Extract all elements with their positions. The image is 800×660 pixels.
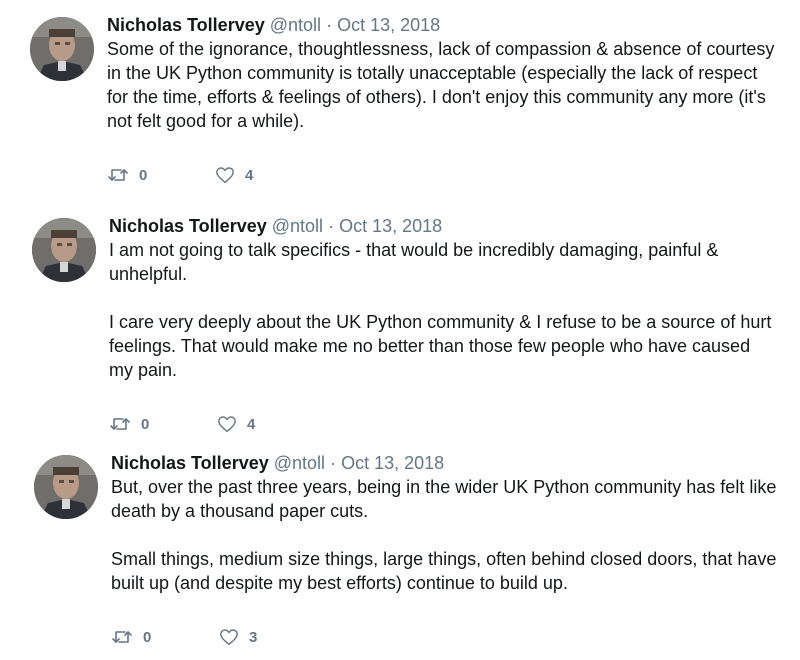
retweet-icon (107, 166, 129, 184)
heart-icon (219, 628, 239, 646)
tweet-header: Nicholas Tollervey @ntoll · Oct 13, 2018 (111, 451, 781, 475)
avatar[interactable] (34, 455, 98, 519)
tweet-header: Nicholas Tollervey @ntoll · Oct 13, 2018 (109, 214, 779, 238)
retweet-icon (111, 628, 133, 646)
like-button[interactable]: 4 (217, 415, 255, 433)
tweet-paragraph: I am not going to talk specifics - that … (109, 240, 719, 284)
tweet-date[interactable]: Oct 13, 2018 (337, 15, 440, 35)
like-count: 3 (249, 628, 258, 646)
author-handle[interactable]: @ntoll (272, 216, 323, 236)
like-count: 4 (245, 166, 254, 184)
author-handle[interactable]: @ntoll (270, 15, 321, 35)
tweet-paragraph: Small things, medium size things, large … (111, 549, 777, 593)
tweet-date[interactable]: Oct 13, 2018 (339, 216, 442, 236)
like-count: 4 (247, 415, 256, 433)
like-button[interactable]: 4 (215, 166, 253, 184)
separator-dot: · (328, 216, 335, 236)
avatar[interactable] (32, 218, 96, 282)
heart-icon (215, 166, 235, 184)
tweet-header: Nicholas Tollervey @ntoll · Oct 13, 2018 (107, 13, 777, 37)
heart-icon (217, 415, 237, 433)
tweet-paragraph: Some of the ignorance, thoughtlessness, … (107, 39, 775, 131)
separator-dot: · (330, 453, 337, 473)
retweet-button[interactable]: 0 (111, 628, 151, 646)
tweet-text: I am not going to talk specifics - that … (109, 238, 779, 382)
tweet-text: But, over the past three years, being in… (111, 475, 781, 595)
retweet-count: 0 (139, 166, 148, 184)
separator-dot: · (326, 15, 333, 35)
retweet-button[interactable]: 0 (107, 166, 147, 184)
author-name[interactable]: Nicholas Tollervey (111, 453, 269, 473)
retweet-count: 0 (143, 628, 152, 646)
tweet-paragraph: I care very deeply about the UK Python c… (109, 312, 772, 380)
tweet-date[interactable]: Oct 13, 2018 (341, 453, 444, 473)
tweet-paragraph: But, over the past three years, being in… (111, 477, 777, 521)
author-handle[interactable]: @ntoll (274, 453, 325, 473)
like-button[interactable]: 3 (219, 628, 257, 646)
author-name[interactable]: Nicholas Tollervey (107, 15, 265, 35)
tweet-text: Some of the ignorance, thoughtlessness, … (107, 37, 777, 133)
retweet-button[interactable]: 0 (109, 415, 149, 433)
retweet-count: 0 (141, 415, 150, 433)
retweet-icon (109, 415, 131, 433)
author-name[interactable]: Nicholas Tollervey (109, 216, 267, 236)
avatar[interactable] (30, 17, 94, 81)
